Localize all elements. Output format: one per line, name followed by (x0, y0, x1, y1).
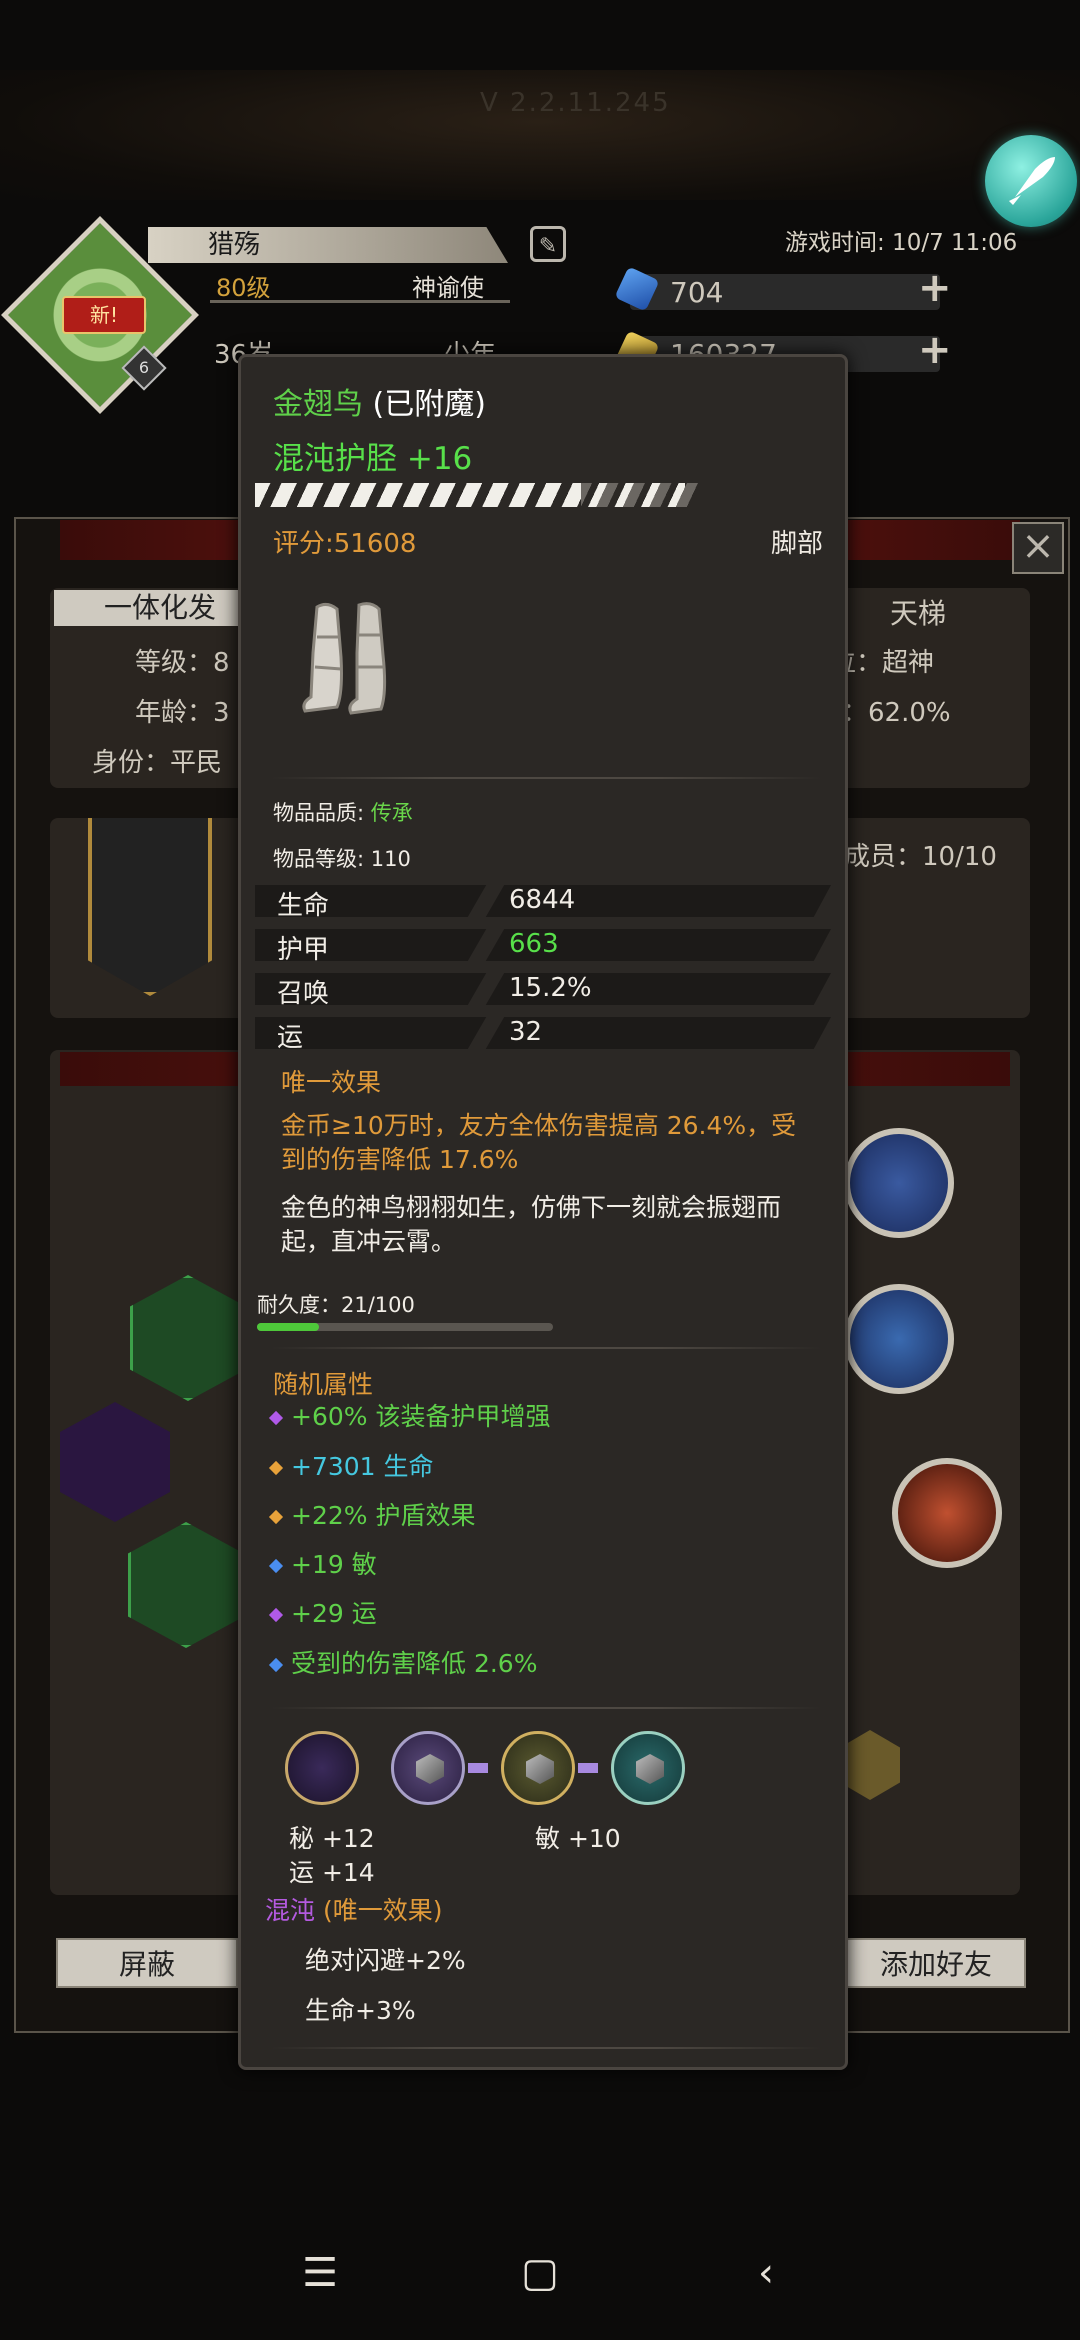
random-attrs-title: 随机属性 (273, 1370, 374, 1399)
item-name: 混沌护胫 +16 (273, 441, 473, 477)
guild-banner (88, 818, 212, 996)
diamond-icon (268, 1657, 284, 1673)
stat-row (255, 1017, 831, 1049)
back-icon[interactable]: ‹ (736, 2250, 796, 2296)
diamond-icon (268, 1558, 284, 1574)
profile-rate: ：62.0% (842, 698, 951, 728)
skill-slot-3[interactable] (892, 1458, 1002, 1568)
divider (271, 1707, 821, 1709)
add-crystal-button[interactable]: + (918, 268, 952, 308)
profile-identity: 身份：平民 (92, 748, 223, 778)
stat-name: 运 (277, 1023, 304, 1053)
tab-profile[interactable]: 一体化发 (54, 590, 254, 626)
chaos-effect: 绝对闪避+2% (305, 1946, 466, 1975)
item-tooltip: 金翅鸟 (已附魔) 混沌护胫 +16 评分:51608 脚部 物品品质: 传承 … (238, 354, 848, 2070)
player-role: 神谕使 (412, 274, 484, 302)
item-score: 评分:51608 (273, 529, 417, 559)
empty-socket[interactable] (285, 1731, 359, 1805)
home-icon[interactable]: ▢ (510, 2250, 570, 2296)
diamond-icon (268, 1410, 284, 1426)
random-attr: 受到的伤害降低 2.6% (268, 1644, 537, 1680)
durability-label: 耐久度：21/100 (257, 1293, 415, 1317)
block-button[interactable]: 屏蔽 (56, 1938, 238, 1988)
socket-link (468, 1763, 488, 1773)
durability-fill (257, 1323, 320, 1331)
player-level: 80级 (216, 274, 271, 302)
tab-ladder[interactable]: 天梯 (890, 592, 946, 632)
enchant-name: 金翅鸟 (已附魔) (273, 387, 486, 422)
stat-name: 护甲 (277, 935, 330, 965)
crystal-value: 704 (670, 276, 724, 309)
flavor-text: 金色的神鸟栩栩如生，仿佛下一刻就会振翅而起，直冲云霄。 (281, 1193, 782, 1256)
boots-icon (297, 597, 407, 727)
version-text: V 2.2.11.245 (480, 88, 671, 118)
profile-level: 等级：8 (135, 648, 230, 678)
level-divider (210, 300, 510, 303)
stat-name: 生命 (277, 891, 330, 921)
profile-age: 年龄：3 (135, 698, 230, 728)
diamond-icon (268, 1607, 284, 1623)
durability-bar (257, 1323, 553, 1331)
stat-value: 6844 (509, 885, 576, 915)
enhance-progress-remaining (581, 483, 701, 507)
chaos-effect: 生命+3% (305, 1996, 416, 2025)
divider (271, 2047, 821, 2049)
item-quality: 物品品质: 传承 (273, 801, 413, 825)
diamond-icon (268, 1509, 284, 1525)
game-time: 游戏时间: 10/7 11:06 (785, 230, 1018, 256)
random-attr: +29 运 (268, 1594, 377, 1630)
socket-stat: 运 +14 (289, 1858, 375, 1887)
gem-socket[interactable] (501, 1731, 575, 1805)
random-attr: +60% 该装备护甲增强 (268, 1397, 550, 1433)
item-slot: 脚部 (770, 529, 823, 559)
diamond-icon (268, 1460, 284, 1476)
item-level: 物品等级: 110 (273, 847, 411, 871)
divider (271, 777, 821, 779)
stat-value: 663 (509, 929, 559, 959)
gem-socket[interactable] (611, 1731, 685, 1805)
random-attr: +22% 护盾效果 (268, 1496, 475, 1532)
player-name: 猎殇 (148, 227, 508, 263)
stat-name: 召唤 (277, 979, 330, 1009)
new-badge: 新! (62, 296, 146, 334)
skill-slot-2[interactable] (844, 1284, 954, 1394)
chaos-set-title: 混沌 (唯一效果) (265, 1896, 443, 1925)
skill-slot-1[interactable] (844, 1128, 954, 1238)
socket-stat: 敏 +10 (535, 1824, 621, 1853)
add-friend-button[interactable]: 添加好友 (846, 1938, 1026, 1988)
unique-effect-text: 金币≥10万时，友方全体伤害提高 26.4%，受到的伤害降低 17.6% (281, 1111, 797, 1174)
add-gold-button[interactable]: + (918, 330, 952, 370)
unique-effect-title: 唯一效果 (281, 1068, 382, 1097)
socket-link (578, 1763, 598, 1773)
gem-socket[interactable] (391, 1731, 465, 1805)
divider (271, 1347, 821, 1349)
stat-value: 15.2% (509, 973, 592, 1003)
close-icon[interactable]: × (1012, 522, 1064, 574)
menu-icon[interactable]: ☰ (290, 2250, 350, 2296)
socket-stat: 秘 +12 (289, 1824, 375, 1853)
random-attr: +19 敏 (268, 1545, 377, 1581)
edit-icon[interactable]: ✎ (530, 226, 566, 262)
guild-members: 成员：10/10 (844, 842, 997, 872)
stat-value: 32 (509, 1017, 543, 1047)
rocket-icon[interactable] (985, 135, 1077, 227)
random-attr: +7301 生命 (268, 1447, 434, 1483)
